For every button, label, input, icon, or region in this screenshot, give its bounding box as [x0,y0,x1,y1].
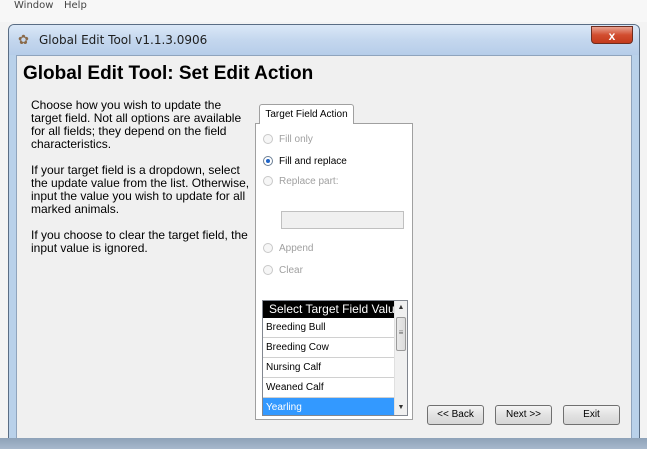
fill-and-replace-label: Fill and replace [279,155,347,167]
menu-window[interactable]: Window [14,0,53,11]
target-field-action-panel: Fill only Fill and replace Replace part:… [255,123,413,420]
target-field-value-list[interactable]: Select Target Field Value: Breeding Bull… [262,300,408,416]
append-label: Append [279,242,314,254]
title-bar[interactable]: ✿ Global Edit Tool v1.1.3.0906 x [9,25,639,55]
clear-radio[interactable] [263,265,273,275]
app-icon: ✿ [18,32,29,47]
list-item[interactable]: Breeding Cow [263,338,394,358]
fill-and-replace-radio[interactable] [263,156,273,166]
option-replace-part[interactable]: Replace part: [263,174,338,188]
back-button[interactable]: << Back [427,405,484,425]
instruction-paragraph: If your target field is a dropdown, sele… [31,163,250,216]
replace-part-radio[interactable] [263,176,273,186]
next-button[interactable]: Next >> [495,405,552,425]
list-items: Breeding Bull Breeding Cow Nursing Calf … [263,318,394,415]
option-append[interactable]: Append [263,241,313,255]
dialog-client-area: Global Edit Tool: Set Edit Action Choose… [16,55,632,448]
list-item[interactable]: Weaned Calf [263,378,394,398]
list-scrollbar[interactable]: ▲ ≡ ▼ [394,301,407,415]
list-item-selected[interactable]: Yearling [263,398,394,415]
list-item[interactable]: Nursing Calf [263,358,394,378]
instructions-text: Choose how you wish to update the target… [31,99,253,268]
tab-target-field-action[interactable]: Target Field Action [259,104,354,124]
taskbar [0,438,647,449]
page-title: Global Edit Tool: Set Edit Action [23,63,314,84]
instruction-paragraph: Choose how you wish to update the target… [31,98,242,151]
option-fill-only[interactable]: Fill only [263,132,313,146]
replace-part-label: Replace part: [279,175,339,187]
fill-only-label: Fill only [279,133,313,145]
append-radio[interactable] [263,243,273,253]
fill-only-radio[interactable] [263,134,273,144]
list-item[interactable]: Breeding Bull [263,318,394,338]
option-fill-and-replace[interactable]: Fill and replace [263,154,347,168]
instruction-paragraph: If you choose to clear the target field,… [31,228,248,255]
scroll-up-icon[interactable]: ▲ [395,301,407,315]
scroll-thumb[interactable]: ≡ [396,317,406,351]
scroll-down-icon[interactable]: ▼ [395,401,407,415]
menu-help[interactable]: Help [64,0,87,11]
background-menu-bar: Window Help [0,0,647,22]
global-edit-tool-window: ✿ Global Edit Tool v1.1.3.0906 x Global … [8,24,640,449]
close-icon: x [608,29,616,43]
option-clear[interactable]: Clear [263,263,303,277]
clear-label: Clear [279,264,303,276]
list-header: Select Target Field Value: [263,301,405,318]
exit-button[interactable]: Exit [563,405,620,425]
replace-part-input[interactable] [281,211,404,229]
close-button[interactable]: x [591,26,633,44]
window-title: Global Edit Tool v1.1.3.0906 [39,33,208,47]
